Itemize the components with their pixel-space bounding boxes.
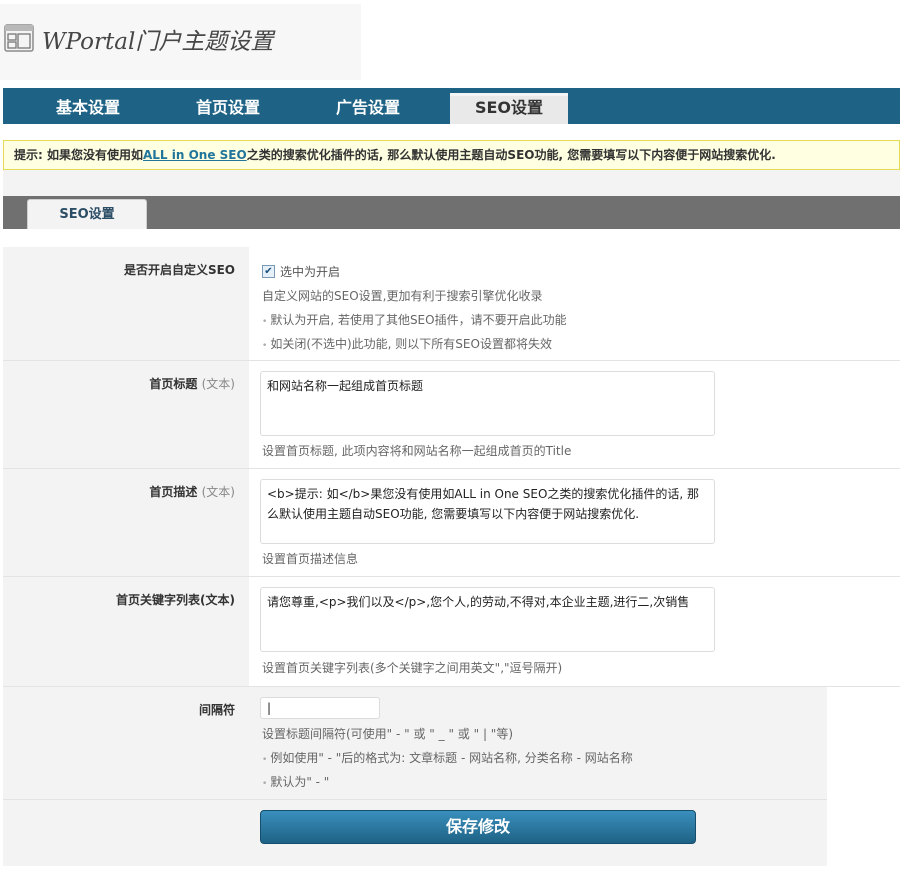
section-tab-bar: SEO设置	[3, 196, 900, 229]
row-save: 保存修改	[3, 800, 827, 866]
tab-ad-settings[interactable]: 广告设置	[309, 93, 427, 124]
notice-prefix: 提示: 如果您没有使用如	[14, 148, 143, 162]
seo-notice: 提示: 如果您没有使用如ALL in One SEO之类的搜索优化插件的话, 那…	[3, 140, 900, 170]
all-in-one-seo-link[interactable]: ALL in One SEO	[143, 148, 247, 162]
home-description-textarea[interactable]: <b>提示: 如</b>果您没有使用如ALL in One SEO之类的搜索优化…	[260, 479, 715, 544]
enable-seo-desc: 自定义网站的SEO设置,更加有利于搜索引擎优化收录	[262, 289, 543, 303]
separator-example: • 例如使用" - "后的格式为: 文章标题 - 网站名称, 分类名称 - 网站名…	[262, 751, 633, 765]
home-title-desc: 设置首页标题, 此项内容将和网站名称一起组成首页的Title	[262, 444, 572, 458]
enable-seo-note-2: • 如关闭(不选中)此功能, 则以下所有SEO设置都将失效	[262, 337, 552, 351]
spacer-strip	[3, 170, 900, 196]
row-home-description: 首页描述 (文本) <b>提示: 如</b>果您没有使用如ALL in One …	[3, 469, 900, 577]
home-title-hint: (文本)	[201, 377, 235, 391]
enable-seo-note-1: • 默认为开启, 若使用了其他SEO插件，请不要开启此功能	[262, 313, 567, 327]
home-keywords-textarea[interactable]: 请您尊重,<p>我们以及</p>,您个人,的劳动,不得对,本企业主题,进行二,次…	[260, 587, 715, 652]
seo-settings-form: 是否开启自定义SEO ✔ 选中为开启 自定义网站的SEO设置,更加有利于搜索引擎…	[3, 247, 900, 867]
tab-seo-settings[interactable]: SEO设置	[450, 93, 568, 124]
main-nav-tabs: 基本设置 首页设置 广告设置 SEO设置	[3, 88, 900, 124]
checkbox-label: 选中为开启	[280, 265, 341, 279]
checkmark-icon: ✔	[264, 265, 273, 277]
save-changes-button[interactable]: 保存修改	[260, 810, 696, 844]
separator-input[interactable]: |	[260, 697, 380, 719]
tab-seo-section[interactable]: SEO设置	[27, 199, 147, 229]
layout-icon	[4, 24, 34, 52]
tab-basic-settings[interactable]: 基本设置	[29, 93, 147, 124]
enable-seo-checkbox[interactable]: ✔	[262, 265, 275, 278]
notice-suffix: 之类的搜索优化插件的话, 那么默认使用主题自动SEO功能, 您需要填写以下内容便…	[246, 148, 776, 162]
row-home-title: 首页标题 (文本) 和网站名称一起组成首页标题 设置首页标题, 此项内容将和网站…	[3, 361, 900, 469]
row-home-keywords: 首页关键字列表(文本) 请您尊重,<p>我们以及</p>,您个人,的劳动,不得对…	[3, 577, 900, 687]
separator-default: • 默认为" - "	[262, 775, 330, 789]
bullet-icon: •	[262, 779, 268, 789]
bullet-icon: •	[262, 755, 268, 765]
page-header: WPortal门户主题设置	[0, 4, 361, 80]
row-enable-seo: 是否开启自定义SEO ✔ 选中为开启 自定义网站的SEO设置,更加有利于搜索引擎…	[3, 247, 900, 361]
separator-desc: 设置标题间隔符(可使用" - " 或 " _ " 或 " | "等)	[262, 727, 513, 741]
page-title: WPortal门户主题设置	[42, 29, 274, 55]
home-description-desc: 设置首页描述信息	[262, 552, 359, 566]
bullet-icon: •	[262, 341, 268, 351]
home-keywords-desc: 设置首页关键字列表(多个关键字之间用英文","逗号隔开)	[262, 661, 563, 675]
tab-home-settings[interactable]: 首页设置	[169, 93, 287, 124]
home-keywords-label: 首页关键字列表(文本)	[116, 593, 235, 607]
separator-label: 间隔符	[198, 703, 235, 717]
home-title-textarea[interactable]: 和网站名称一起组成首页标题	[260, 371, 715, 436]
enable-seo-label: 是否开启自定义SEO	[123, 263, 235, 277]
bullet-icon: •	[262, 317, 268, 327]
home-description-label: 首页描述	[149, 485, 198, 499]
home-description-hint: (文本)	[201, 485, 235, 499]
home-title-label: 首页标题	[149, 377, 198, 391]
row-separator: 间隔符 | 设置标题间隔符(可使用" - " 或 " _ " 或 " | "等)…	[3, 687, 827, 800]
